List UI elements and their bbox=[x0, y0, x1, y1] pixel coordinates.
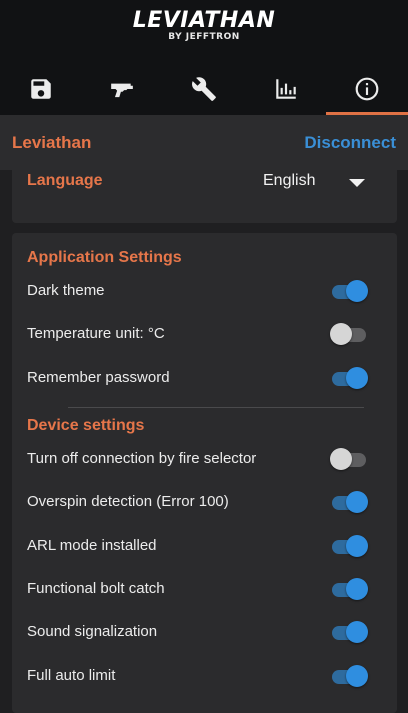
tab-tools[interactable] bbox=[163, 62, 245, 115]
dropdown-caret-icon[interactable] bbox=[349, 179, 365, 187]
language-card: Language English bbox=[12, 170, 397, 223]
temperature-unit-label: Temperature unit: °C bbox=[27, 325, 165, 342]
tab-info[interactable] bbox=[326, 62, 408, 115]
tab-stats[interactable] bbox=[245, 62, 327, 115]
tab-save[interactable] bbox=[0, 62, 82, 115]
app-header: LEVIATHAN BY JEFFTRON bbox=[0, 0, 408, 115]
language-label: Language bbox=[27, 172, 103, 189]
arl-mode-toggle[interactable] bbox=[330, 535, 368, 557]
remember-password-toggle[interactable] bbox=[330, 367, 368, 389]
overspin-detection-toggle[interactable] bbox=[330, 491, 368, 513]
bolt-catch-toggle[interactable] bbox=[330, 578, 368, 600]
tab-bar bbox=[0, 62, 408, 115]
save-icon bbox=[31, 78, 51, 99]
arl-mode-label: ARL mode installed bbox=[27, 537, 157, 554]
logo-title: LEVIATHAN bbox=[132, 8, 276, 33]
bolt-catch-label: Functional bolt catch bbox=[27, 580, 165, 597]
wrench-icon bbox=[192, 76, 216, 101]
logo-subtitle: BY JEFFTRON bbox=[168, 32, 240, 42]
disconnect-button[interactable]: Disconnect bbox=[304, 133, 396, 153]
temperature-unit-toggle[interactable] bbox=[330, 323, 368, 345]
leviathan-logo: LEVIATHAN BY JEFFTRON bbox=[0, 8, 408, 52]
fire-selector-label: Turn off connection by fire selector bbox=[27, 450, 257, 467]
device-name: Leviathan bbox=[12, 132, 92, 152]
fire-selector-toggle[interactable] bbox=[330, 448, 368, 470]
connection-bar: Leviathan Disconnect bbox=[0, 115, 408, 170]
sound-signalization-label: Sound signalization bbox=[27, 623, 158, 640]
settings-card: Application Settings Dark theme Temperat… bbox=[12, 233, 397, 713]
application-settings-title: Application Settings bbox=[27, 249, 182, 266]
info-icon bbox=[355, 77, 379, 100]
tab-weapon[interactable] bbox=[82, 62, 164, 115]
language-select[interactable]: English bbox=[263, 172, 315, 190]
dark-theme-toggle[interactable] bbox=[330, 280, 368, 302]
bar-chart-icon bbox=[275, 78, 296, 99]
full-auto-limit-toggle[interactable] bbox=[330, 665, 368, 687]
device-settings-title: Device settings bbox=[27, 417, 145, 434]
dark-theme-label: Dark theme bbox=[27, 282, 105, 299]
gun-icon bbox=[111, 83, 134, 97]
sound-signalization-toggle[interactable] bbox=[330, 621, 368, 643]
remember-password-label: Remember password bbox=[27, 369, 170, 386]
section-divider bbox=[68, 407, 364, 408]
full-auto-limit-label: Full auto limit bbox=[27, 667, 116, 684]
overspin-detection-label: Overspin detection (Error 100) bbox=[27, 493, 229, 510]
